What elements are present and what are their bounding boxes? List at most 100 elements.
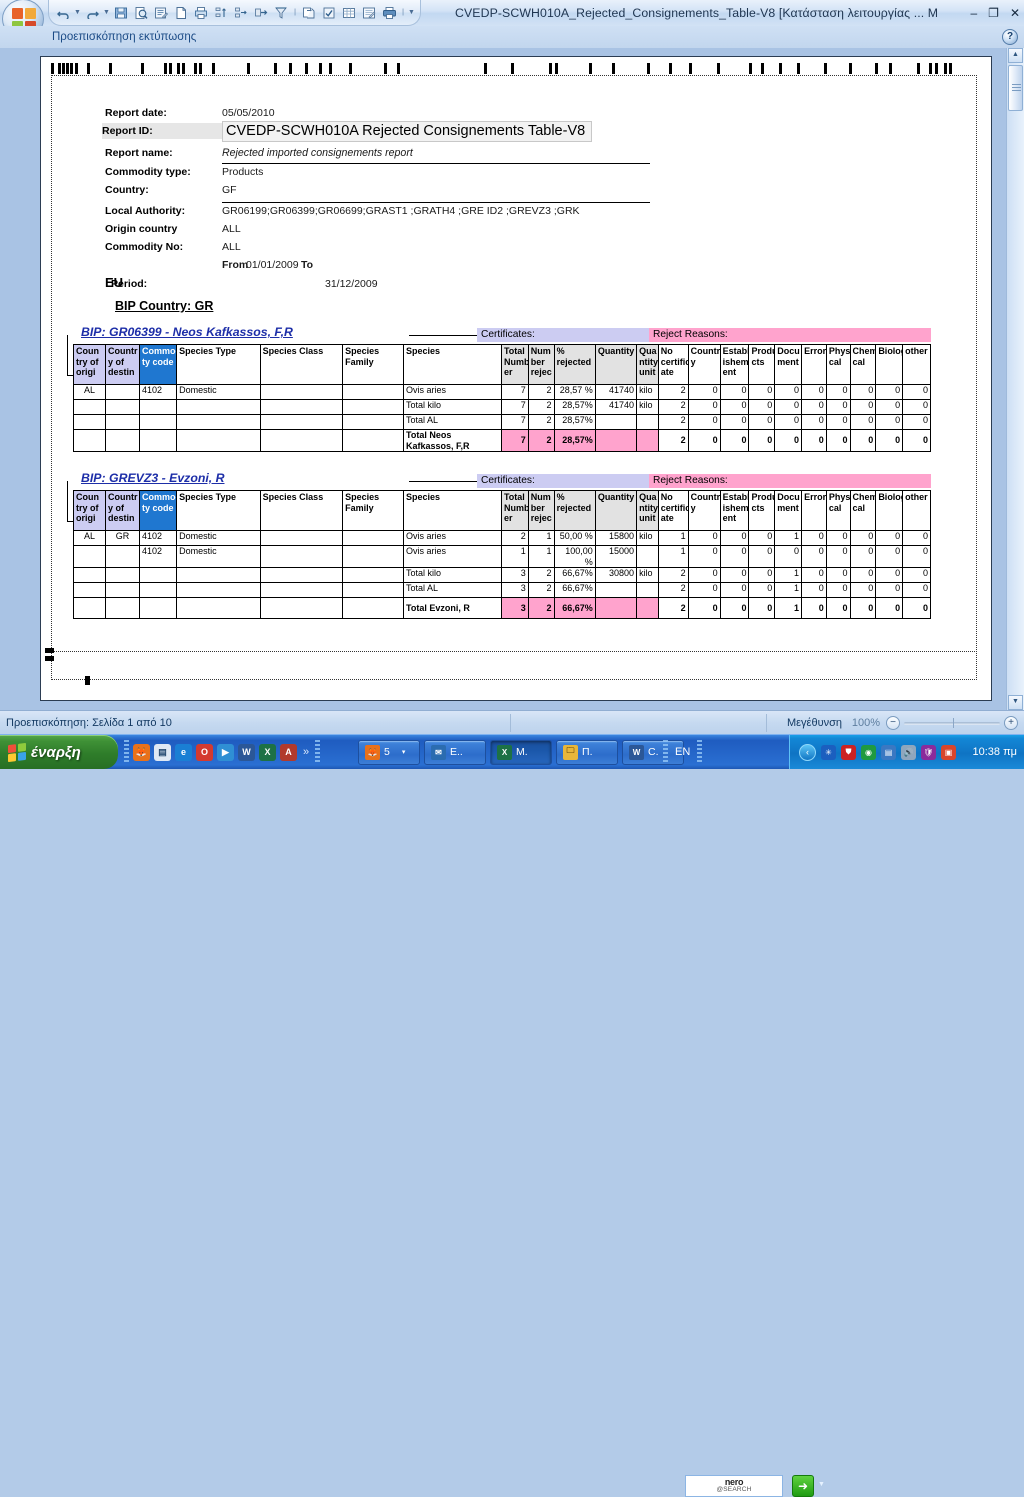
sort-ascending-icon[interactable] — [211, 3, 231, 23]
redo-icon[interactable] — [82, 3, 102, 23]
disc-icon[interactable]: ◉ — [861, 744, 876, 760]
vertical-scrollbar[interactable]: ▲ ▼ — [1006, 48, 1024, 710]
cell: 2 — [657, 567, 689, 583]
report-table-1: Coun try of origi Countr y of destin Com… — [73, 344, 931, 452]
zoom-in-button[interactable]: + — [1004, 716, 1018, 730]
cell — [104, 384, 141, 400]
scroll-down-icon[interactable]: ▼ — [1008, 695, 1023, 710]
zoom-slider-track[interactable] — [904, 722, 1000, 725]
cell: 2 — [527, 429, 555, 452]
window-controls: – ❐ ✕ — [970, 0, 1020, 26]
undo-dropdown-icon[interactable]: ▼ — [73, 3, 82, 23]
col-species-family: Species Family — [342, 490, 404, 531]
zoom-out-button[interactable]: − — [886, 716, 900, 730]
print-icon[interactable] — [191, 3, 211, 23]
period-to-label: To — [301, 259, 314, 271]
show-hidden-icons-button[interactable]: ‹ — [799, 743, 816, 761]
properties-icon[interactable] — [151, 3, 171, 23]
cell: Ovis aries — [403, 545, 502, 568]
copy-icon[interactable] — [299, 3, 319, 23]
margin-marker-corner — [85, 676, 90, 685]
filter-icon[interactable] — [271, 3, 291, 23]
report-icon[interactable] — [359, 3, 379, 23]
minimize-button[interactable]: – — [970, 6, 977, 20]
volume-icon[interactable]: 🔊 — [901, 744, 916, 760]
display-icon[interactable]: ▣ — [941, 744, 956, 760]
cell: 0 — [875, 582, 904, 598]
customize-qat-icon[interactable]: ▼ — [407, 3, 416, 23]
language-bar-grip-icon[interactable] — [663, 739, 668, 764]
col-country-origin: Coun try of origi — [73, 490, 106, 531]
language-bar-grip-icon-2[interactable] — [697, 739, 703, 764]
notepad-icon[interactable]: ▤ — [154, 743, 171, 761]
quick-launch-grip-icon[interactable] — [124, 740, 129, 764]
firefox-icon: 🦊 — [365, 744, 380, 760]
bluetooth-icon[interactable]: ✳ — [821, 744, 836, 760]
cell: 0 — [849, 399, 877, 415]
col-quantity: Quantity — [594, 344, 638, 385]
redo-dropdown-icon[interactable]: ▼ — [102, 3, 111, 23]
cell: 0 — [748, 597, 776, 619]
language-bar[interactable]: EN — [663, 739, 703, 764]
firefox-task-button[interactable]: 🦊 5 ▾ — [358, 739, 420, 765]
antivirus-icon[interactable]: 🛡 — [921, 744, 936, 760]
checkbox-icon[interactable] — [319, 3, 339, 23]
nero-go-button[interactable]: ➜ — [792, 1475, 814, 1497]
outlook-task-button[interactable]: ✉ E.. — [424, 739, 486, 765]
cell — [342, 384, 404, 400]
help-icon[interactable]: ? — [1002, 29, 1018, 45]
network-icon[interactable]: ▤ — [881, 744, 896, 760]
undo-icon[interactable] — [53, 3, 73, 23]
cell: 0 — [719, 545, 750, 568]
internet-explorer-icon[interactable]: e — [175, 743, 192, 761]
cell: 30800 — [594, 567, 638, 583]
word-icon[interactable]: W — [238, 743, 255, 761]
taskbar-grip-icon[interactable] — [315, 740, 321, 764]
scroll-up-icon[interactable]: ▲ — [1008, 48, 1023, 63]
cell: 1 — [774, 582, 803, 598]
firefox-icon[interactable]: 🦊 — [133, 743, 150, 761]
title-bar: ▼ ▼ | | ▼ CVEDP-SCWH010A_Rejected_Consig… — [0, 0, 1024, 39]
nero-search-box[interactable]: nero @SEARCH — [685, 1475, 783, 1497]
save-icon[interactable] — [111, 3, 131, 23]
scrollbar-thumb[interactable] — [1008, 65, 1023, 111]
cell: Total Neos Kafkassos, F,R — [403, 429, 502, 452]
col-biological: Biolog — [875, 344, 904, 385]
cell: 0 — [902, 429, 931, 452]
print-preview-icon[interactable] — [131, 3, 151, 23]
task-dropdown-icon[interactable]: ▾ — [394, 748, 406, 756]
col-species: Species — [403, 344, 502, 385]
indent-icon[interactable] — [231, 3, 251, 23]
new-document-icon[interactable] — [171, 3, 191, 23]
quick-launch-overflow-icon[interactable]: » — [301, 746, 311, 758]
cell: 0 — [902, 399, 931, 415]
table-icon[interactable] — [339, 3, 359, 23]
field-commodity-no: Commodity No: ALL — [105, 241, 665, 259]
language-indicator[interactable]: EN — [671, 746, 694, 758]
export-arrow-icon[interactable] — [251, 3, 271, 23]
access-icon[interactable]: A — [280, 743, 297, 761]
close-button[interactable]: ✕ — [1010, 6, 1020, 20]
start-button[interactable]: έναρξη — [0, 735, 118, 769]
window-title: CVEDP-SCWH010A_Rejected_Consignements_Ta… — [455, 6, 939, 20]
excel-task-button[interactable]: X M. — [490, 739, 552, 765]
system-clock[interactable]: 10:38 πμ — [972, 735, 1017, 769]
cell: 0 — [902, 597, 931, 619]
cell: 0 — [875, 545, 904, 568]
media-player-icon[interactable]: ▶ — [217, 743, 234, 761]
quick-print-icon[interactable] — [379, 3, 399, 23]
explorer-task-button[interactable]: 🗀 Π. — [556, 739, 618, 765]
restore-button[interactable]: ❐ — [988, 6, 999, 20]
cell: 66,67% — [553, 582, 596, 598]
print-preview-tab-label[interactable]: Προεπισκόπηση εκτύπωσης — [52, 26, 196, 48]
safety-icon[interactable]: ⛊ — [841, 744, 856, 760]
cell: 100,00 % — [553, 545, 596, 568]
excel-icon[interactable]: X — [259, 743, 276, 761]
report-id-value[interactable]: CVEDP-SCWH010A Rejected Consignements Ta… — [222, 121, 592, 142]
opera-icon[interactable]: O — [196, 743, 213, 761]
nero-dropdown-icon[interactable]: ▼ — [818, 1481, 825, 1488]
cell: 2 — [657, 582, 689, 598]
cell: 4102 — [138, 384, 178, 400]
cell: 3 — [500, 582, 529, 598]
cell: 3 — [500, 567, 529, 583]
